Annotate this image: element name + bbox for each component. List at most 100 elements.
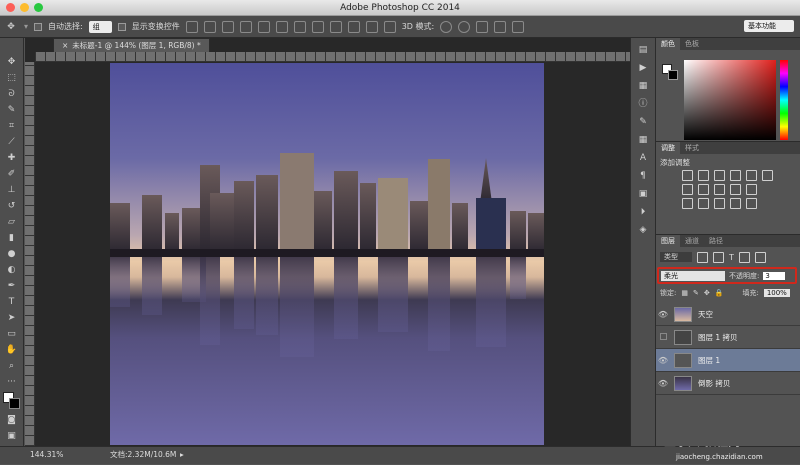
brush-tool-icon[interactable]: ✐	[5, 168, 19, 180]
lock-transparent-icon[interactable]: ▦	[681, 289, 688, 297]
layer-name[interactable]: 图层 1	[698, 355, 720, 366]
color-picker-field[interactable]	[684, 60, 776, 140]
history-brush-tool-icon[interactable]: ↺	[5, 200, 19, 212]
eyedropper-tool-icon[interactable]: ⟋	[5, 136, 19, 148]
filter-smart-object-icon[interactable]	[754, 251, 766, 263]
layer-name[interactable]: 天空	[698, 309, 713, 320]
drag-3d-icon[interactable]	[476, 20, 489, 33]
tab-swatches[interactable]: 色板	[680, 38, 704, 50]
selective-color-icon[interactable]	[730, 198, 741, 209]
fill-input[interactable]: 100%	[763, 289, 790, 297]
brightness-contrast-icon[interactable]	[682, 170, 693, 181]
hue-saturation-icon[interactable]	[762, 170, 773, 181]
layer-row[interactable]: 图层 1 拷贝	[656, 326, 800, 349]
layer-name[interactable]: 图层 1 拷贝	[698, 332, 738, 343]
bg-color-chip[interactable]	[668, 70, 678, 80]
align-right-icon[interactable]	[275, 20, 288, 33]
close-tab-icon[interactable]: ×	[62, 41, 68, 50]
quick-select-tool-icon[interactable]: ✎	[5, 104, 19, 116]
distribute-center-icon[interactable]	[365, 20, 378, 33]
type-tool-icon[interactable]: T	[5, 296, 19, 308]
tab-adjustments[interactable]: 调整	[656, 142, 680, 154]
gradient-tool-icon[interactable]: ▮	[5, 232, 19, 244]
screen-mode-icon[interactable]: ▣	[5, 430, 19, 442]
canvas-image[interactable]	[110, 63, 544, 445]
color-balance-icon[interactable]	[682, 184, 693, 195]
layer-row[interactable]: 👁 倒影 拷贝	[656, 372, 800, 395]
move-tool-preset-icon[interactable]: ✥	[4, 21, 18, 33]
preset-chevron-icon[interactable]: ▾	[24, 22, 28, 31]
slide-3d-icon[interactable]	[494, 20, 507, 33]
align-bottom-icon[interactable]	[221, 20, 234, 33]
vertical-ruler[interactable]	[25, 62, 35, 446]
history-panel-icon[interactable]: ▤	[637, 44, 649, 56]
align-left-icon[interactable]	[239, 20, 252, 33]
brush-presets-icon[interactable]: ▦	[637, 134, 649, 146]
paragraph-panel-icon[interactable]: ¶	[637, 170, 649, 182]
visibility-eye-icon[interactable]: 👁	[656, 356, 670, 365]
more-tools-icon[interactable]: ···	[5, 376, 19, 388]
character-panel-icon[interactable]: A	[637, 152, 649, 164]
eraser-tool-icon[interactable]: ▱	[5, 216, 19, 228]
brush-panel-icon[interactable]: ✎	[637, 116, 649, 128]
distribute-middle-icon[interactable]	[311, 20, 324, 33]
actions-panel-icon[interactable]: ▶	[637, 62, 649, 74]
workspace-dropdown[interactable]: 基本功能	[744, 20, 794, 32]
tab-color[interactable]: 颜色	[656, 38, 680, 50]
pen-tool-icon[interactable]: ✒	[5, 280, 19, 292]
timeline-panel-icon[interactable]: ⏵	[637, 206, 649, 218]
document-tab[interactable]: × 未标题-1 @ 144% (图层 1, RGB/8) *	[53, 38, 210, 52]
scale-3d-icon[interactable]	[512, 20, 525, 33]
background-color-swatch[interactable]	[8, 398, 20, 409]
filter-kind-dropdown[interactable]: 类型	[660, 252, 692, 262]
align-middle-icon[interactable]	[203, 20, 216, 33]
filter-adjustment-icon[interactable]	[713, 251, 724, 263]
opacity-input[interactable]: 3	[763, 271, 786, 280]
roll-3d-icon[interactable]	[458, 20, 471, 33]
status-menu-icon[interactable]: ▸	[180, 447, 184, 463]
blend-mode-dropdown[interactable]: 柔光	[661, 270, 725, 281]
filter-shape-icon[interactable]	[738, 251, 750, 263]
clone-stamp-tool-icon[interactable]: ⊥	[5, 184, 19, 196]
rotate-3d-icon[interactable]	[440, 20, 453, 33]
color-lookup-icon[interactable]	[746, 184, 757, 195]
tab-layers[interactable]: 图层	[656, 235, 680, 247]
levels-icon[interactable]	[698, 170, 709, 181]
marquee-tool-icon[interactable]: ⬚	[5, 72, 19, 84]
blur-tool-icon[interactable]: ●	[5, 248, 19, 260]
auto-select-checkbox[interactable]	[34, 22, 43, 31]
hand-tool-icon[interactable]: ✋	[5, 344, 19, 356]
visibility-eye-icon[interactable]: 👁	[656, 310, 670, 319]
visibility-off-box[interactable]	[656, 332, 670, 342]
properties-panel-icon[interactable]: ▦	[637, 80, 649, 92]
move-tool-icon[interactable]: ✥	[5, 56, 19, 68]
close-window-button[interactable]	[6, 3, 15, 12]
lock-position-icon[interactable]: ✥	[704, 289, 710, 297]
filter-type-icon[interactable]: T	[729, 253, 734, 262]
posterize-icon[interactable]	[698, 198, 709, 209]
crop-tool-icon[interactable]: ⌗	[5, 120, 19, 132]
zoom-tool-icon[interactable]: ⌕	[5, 360, 19, 372]
exposure-icon[interactable]	[730, 170, 741, 181]
distribute-right-icon[interactable]	[383, 20, 396, 33]
lasso-tool-icon[interactable]: ᘐ	[5, 88, 19, 100]
lock-all-icon[interactable]: 🔒	[715, 289, 724, 297]
layer-row[interactable]: 👁 天空	[656, 303, 800, 326]
layer-row-selected[interactable]: 👁 图层 1	[656, 349, 800, 372]
zoom-level[interactable]: 144.31%	[30, 447, 63, 463]
minimize-window-button[interactable]	[20, 3, 29, 12]
align-center-icon[interactable]	[257, 20, 270, 33]
distribute-left-icon[interactable]	[347, 20, 360, 33]
distribute-top-icon[interactable]	[293, 20, 306, 33]
tab-styles[interactable]: 样式	[680, 142, 704, 154]
curves-icon[interactable]	[714, 170, 725, 181]
threshold-icon[interactable]	[714, 198, 725, 209]
filter-pixel-icon[interactable]	[697, 251, 708, 263]
align-top-icon[interactable]	[185, 20, 198, 33]
photo-filter-icon[interactable]	[714, 184, 725, 195]
lock-image-icon[interactable]: ✎	[693, 289, 699, 297]
dodge-tool-icon[interactable]: ◐	[5, 264, 19, 276]
path-select-tool-icon[interactable]: ➤	[5, 312, 19, 324]
tab-paths[interactable]: 路径	[704, 235, 728, 247]
rectangle-tool-icon[interactable]: ▭	[5, 328, 19, 340]
